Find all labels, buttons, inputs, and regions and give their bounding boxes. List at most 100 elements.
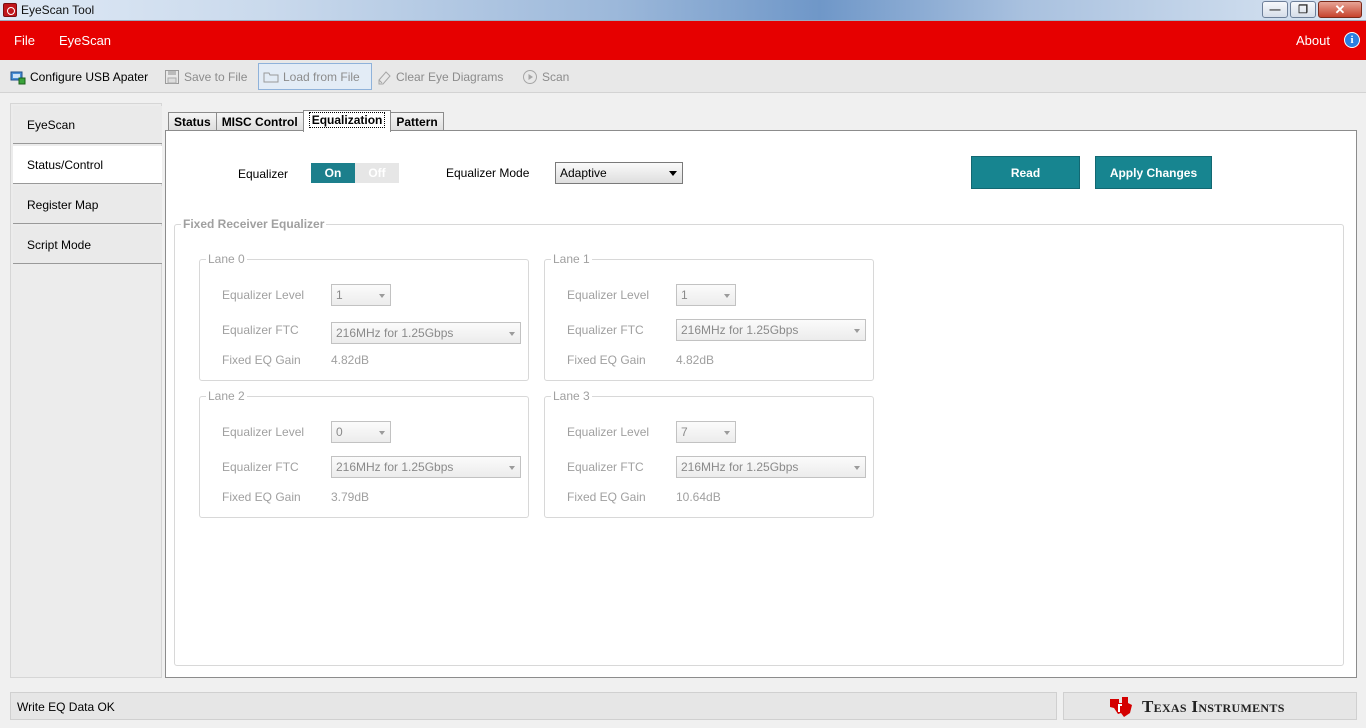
lane-0-ftc-select[interactable]: 216MHz for 1.25Gbps xyxy=(331,322,521,344)
left-navigation: EyeScan Status/Control Register Map Scri… xyxy=(10,103,162,678)
lane-2-level-select[interactable]: 0 xyxy=(331,421,391,443)
lane-3-ftc-value: 216MHz for 1.25Gbps xyxy=(681,460,799,474)
dropdown-arrow-icon xyxy=(724,294,730,298)
menu-eyescan[interactable]: EyeScan xyxy=(59,33,111,48)
equalizer-ftc-label: Equalizer FTC xyxy=(567,323,644,337)
lane-0-group: Lane 0 Equalizer Level 1 Equalizer FTC 2… xyxy=(199,252,529,381)
status-bar: Write EQ Data OK xyxy=(10,692,1057,720)
play-icon xyxy=(522,69,538,85)
equalizer-mode-value: Adaptive xyxy=(560,166,607,180)
lane-3-level-select[interactable]: 7 xyxy=(676,421,736,443)
equalizer-level-label: Equalizer Level xyxy=(567,425,650,439)
lane-1-ftc-select[interactable]: 216MHz for 1.25Gbps xyxy=(676,319,866,341)
lane-title: Lane 1 xyxy=(551,252,592,266)
fixed-eq-gain-label: Fixed EQ Gain xyxy=(567,490,646,504)
equalizer-ftc-label: Equalizer FTC xyxy=(222,460,299,474)
configure-usb-label: Configure USB Apater xyxy=(30,69,149,84)
lane-0-level-value: 1 xyxy=(336,288,343,302)
menu-bar: File EyeScan About i xyxy=(0,21,1366,60)
close-button[interactable]: ✕ xyxy=(1318,1,1362,18)
usb-adapter-icon xyxy=(10,69,26,85)
lane-0-level-select[interactable]: 1 xyxy=(331,284,391,306)
lane-3-ftc-select[interactable]: 216MHz for 1.25Gbps xyxy=(676,456,866,478)
restore-icon: ❐ xyxy=(1298,4,1308,16)
lane-0-ftc-value: 216MHz for 1.25Gbps xyxy=(336,326,454,340)
save-to-file-label: Save to File xyxy=(184,69,248,84)
window-controls: — ❐ ✕ xyxy=(1262,1,1362,18)
lane-1-level-select[interactable]: 1 xyxy=(676,284,736,306)
lane-0-gain-value: 4.82dB xyxy=(331,353,370,367)
fixed-receiver-equalizer-title: Fixed Receiver Equalizer xyxy=(181,217,327,231)
lane-title: Lane 0 xyxy=(206,252,247,266)
tab-status[interactable]: Status xyxy=(168,112,217,132)
fixed-eq-gain-label: Fixed EQ Gain xyxy=(222,353,301,367)
tab-equalization[interactable]: Equalization xyxy=(302,110,392,132)
scan-label: Scan xyxy=(542,69,570,84)
ti-logo-text: Texas Instruments xyxy=(1142,697,1285,716)
main-panel: Status MISC Control Equalization Pattern… xyxy=(165,103,1357,678)
title-bar: EyeScan Tool — ❐ ✕ xyxy=(0,0,1366,21)
equalizer-mode-select[interactable]: Adaptive xyxy=(555,162,683,184)
clear-eye-diagrams-button[interactable]: Clear Eye Diagrams xyxy=(372,63,507,90)
lane-1-gain-value: 4.82dB xyxy=(676,353,715,367)
brand-logo-area: Texas Instruments xyxy=(1063,692,1357,720)
nav-item-script-mode[interactable]: Script Mode xyxy=(13,226,162,264)
maximize-button[interactable]: ❐ xyxy=(1290,1,1316,18)
apply-changes-button[interactable]: Apply Changes xyxy=(1095,156,1212,189)
dropdown-arrow-icon xyxy=(854,466,860,470)
tab-misc-control[interactable]: MISC Control xyxy=(215,112,304,132)
load-from-file-label: Load from File xyxy=(283,69,360,84)
save-to-file-button[interactable]: Save to File xyxy=(160,63,251,90)
clear-eye-diagrams-label: Clear Eye Diagrams xyxy=(396,69,504,84)
equalizer-toggle[interactable]: On Off xyxy=(311,163,399,183)
dropdown-arrow-icon xyxy=(509,332,515,336)
lane-2-ftc-value: 216MHz for 1.25Gbps xyxy=(336,460,454,474)
eraser-icon xyxy=(376,69,392,85)
menu-about[interactable]: About xyxy=(1296,33,1330,48)
status-message: Write EQ Data OK xyxy=(17,700,115,714)
ti-logo-icon xyxy=(1110,697,1132,717)
lane-3-group: Lane 3 Equalizer Level 7 Equalizer FTC 2… xyxy=(544,389,874,518)
nav-item-register-map[interactable]: Register Map xyxy=(13,186,162,224)
load-from-file-button[interactable]: Load from File xyxy=(258,63,372,90)
folder-icon xyxy=(263,69,279,85)
equalizer-level-label: Equalizer Level xyxy=(222,425,305,439)
info-icon[interactable]: i xyxy=(1344,32,1360,48)
fixed-eq-gain-label: Fixed EQ Gain xyxy=(567,353,646,367)
dropdown-arrow-icon xyxy=(854,329,860,333)
minimize-icon: — xyxy=(1269,3,1281,16)
minimize-button[interactable]: — xyxy=(1262,1,1288,18)
dropdown-arrow-icon xyxy=(379,294,385,298)
equalization-panel: Equalizer On Off Equalizer Mode Adaptive… xyxy=(165,130,1357,678)
close-icon: ✕ xyxy=(1334,1,1346,17)
app-icon xyxy=(3,3,17,17)
lane-title: Lane 3 xyxy=(551,389,592,403)
tab-pattern[interactable]: Pattern xyxy=(390,112,444,132)
toolbar: Configure USB Apater Save to File Load f… xyxy=(0,60,1366,93)
scan-button[interactable]: Scan xyxy=(518,63,573,90)
dropdown-arrow-icon xyxy=(379,431,385,435)
lane-title: Lane 2 xyxy=(206,389,247,403)
fixed-eq-gain-label: Fixed EQ Gain xyxy=(222,490,301,504)
configure-usb-button[interactable]: Configure USB Apater xyxy=(6,63,152,90)
equalizer-ftc-label: Equalizer FTC xyxy=(567,460,644,474)
equalizer-label: Equalizer xyxy=(238,167,289,181)
nav-item-status-control[interactable]: Status/Control xyxy=(13,146,162,184)
toggle-off[interactable]: Off xyxy=(355,163,399,183)
tab-equalization-label: Equalization xyxy=(308,112,386,128)
read-button[interactable]: Read xyxy=(971,156,1080,189)
lane-3-level-value: 7 xyxy=(681,425,688,439)
nav-item-eyescan[interactable]: EyeScan xyxy=(13,106,162,144)
lane-1-group: Lane 1 Equalizer Level 1 Equalizer FTC 2… xyxy=(544,252,874,381)
equalizer-level-label: Equalizer Level xyxy=(567,288,650,302)
lane-3-gain-value: 10.64dB xyxy=(676,490,721,504)
menu-file[interactable]: File xyxy=(14,33,35,48)
lane-2-gain-value: 3.79dB xyxy=(331,490,370,504)
dropdown-arrow-icon xyxy=(669,171,677,176)
lane-2-level-value: 0 xyxy=(336,425,343,439)
dropdown-arrow-icon xyxy=(509,466,515,470)
equalizer-ftc-label: Equalizer FTC xyxy=(222,323,299,337)
lane-1-ftc-value: 216MHz for 1.25Gbps xyxy=(681,323,799,337)
toggle-on[interactable]: On xyxy=(311,163,355,183)
lane-2-ftc-select[interactable]: 216MHz for 1.25Gbps xyxy=(331,456,521,478)
